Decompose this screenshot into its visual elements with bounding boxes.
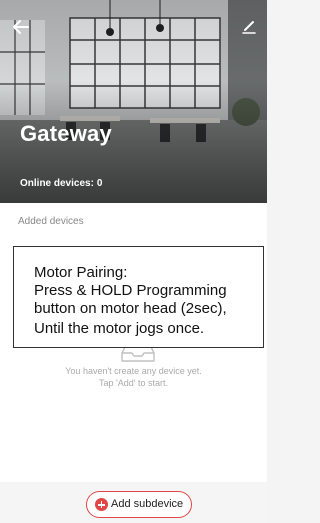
app-screen: Gateway Online devices: 0 Added devices Y… bbox=[0, 0, 267, 523]
instruction-line-3: button on motor head (2sec), bbox=[34, 300, 227, 317]
instruction-line-4: Until the motor jogs once. bbox=[34, 320, 205, 337]
pencil-icon[interactable] bbox=[239, 16, 259, 36]
online-devices-status: Online devices: 0 bbox=[20, 178, 102, 189]
page-title: Gateway bbox=[20, 121, 112, 146]
instruction-line-2: Press & HOLD Programming bbox=[34, 282, 227, 299]
header-background-image bbox=[0, 0, 267, 203]
instruction-line-1: Motor Pairing: bbox=[34, 264, 128, 281]
header-shade bbox=[0, 0, 267, 203]
online-devices-label: Online devices: bbox=[20, 178, 94, 189]
plus-circle-icon bbox=[95, 498, 108, 511]
empty-state-hint: Tap 'Add' to start. bbox=[99, 378, 168, 388]
online-devices-count: 0 bbox=[96, 178, 103, 189]
arrow-left-icon[interactable] bbox=[10, 16, 32, 38]
add-subdevice-label: Add subdevice bbox=[111, 498, 184, 510]
empty-state-message: You haven't create any device yet. bbox=[65, 366, 202, 376]
section-label: Added devices bbox=[18, 216, 84, 227]
instruction-overlay: Motor Pairing: Press & HOLD Programming … bbox=[13, 246, 264, 348]
add-subdevice-button[interactable]: Add subdevice bbox=[86, 491, 192, 518]
